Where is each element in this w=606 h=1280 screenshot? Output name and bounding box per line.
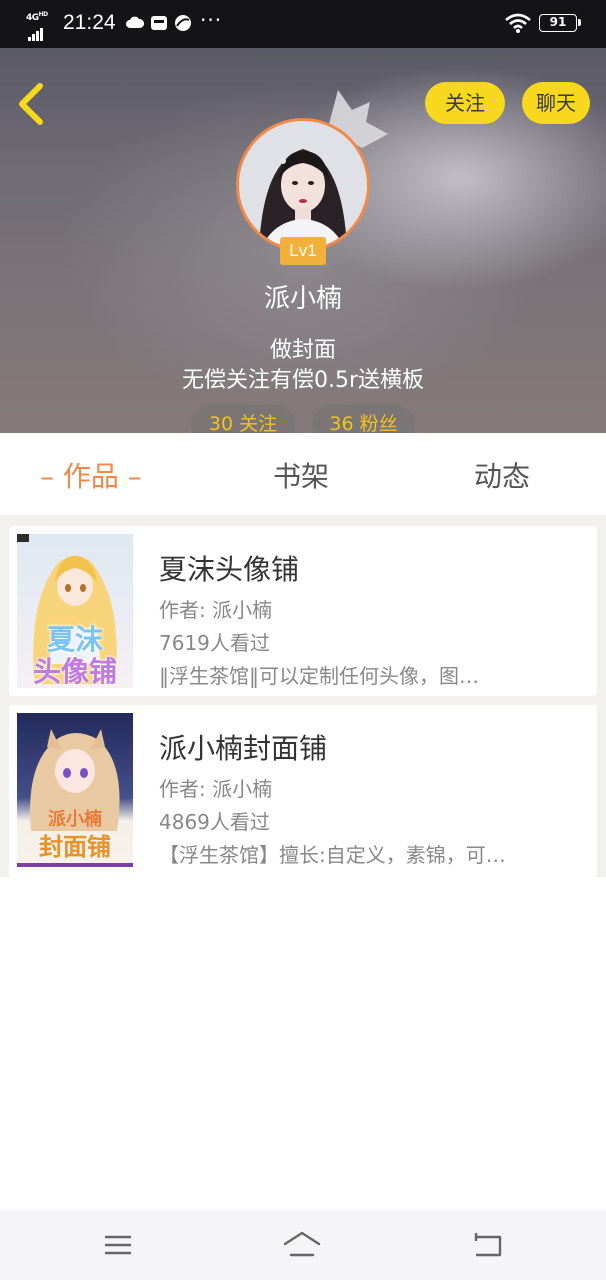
profile-tabs: – 作品 – 书架 动态 [0,433,606,515]
works-list: 夏沫 头像铺 夏沫头像铺 作者: 派小楠 7619人看过 ‖浮生茶馆‖可以定制任… [0,515,606,877]
return-icon[interactable] [468,1228,508,1262]
work-author: 作者: 派小楠 [159,598,273,622]
work-title: 派小楠封面铺 [159,732,328,765]
follow-button[interactable]: 关注 [425,82,505,124]
cover-title-line-2: 封面铺 [39,833,111,861]
battery-icon: 91 [539,14,581,32]
book-cover: 夏沫 头像铺 [17,534,133,688]
bio-line-2: 无偿关注有偿0.5r送横板 [181,368,425,393]
network-signal-icon: 4GHD [26,11,56,41]
work-description: ‖浮生茶馆‖可以定制任何头像，图… [159,664,479,688]
list-item[interactable]: 派小楠 封面铺 派小楠封面铺 作者: 派小楠 4869人看过 【浮生茶馆】擅长:… [9,705,597,877]
list-item[interactable]: 夏沫 头像铺 夏沫头像铺 作者: 派小楠 7619人看过 ‖浮生茶馆‖可以定制任… [9,526,597,696]
home-icon[interactable] [282,1228,322,1262]
work-view-count: 4869人看过 [159,810,270,834]
wifi-icon [505,13,531,33]
more-notifications-icon: ··· [200,8,223,32]
following-count-button[interactable]: 30 关注 [191,405,295,433]
system-nav-bar [0,1210,606,1280]
book-cover: 派小楠 封面铺 [17,713,133,867]
avatar-image [239,121,367,249]
fans-count-button[interactable]: 36 粉丝 [312,405,415,433]
tab-bookshelf[interactable]: 书架 [273,455,329,495]
work-title: 夏沫头像铺 [159,553,300,586]
bio-line-1: 做封面 [269,338,336,363]
work-description: 【浮生茶馆】擅长:自定义，素锦，可… [159,843,506,867]
app-notification-icon [151,16,167,30]
tab-works[interactable]: – 作品 – [40,455,142,495]
avatar[interactable] [236,118,370,252]
menu-icon[interactable] [98,1228,138,1262]
cloud-icon [126,16,144,28]
level-badge: Lv1 [280,237,326,265]
username: 派小楠 [263,284,342,314]
work-view-count: 7619人看过 [159,631,270,655]
work-author: 作者: 派小楠 [159,777,273,801]
back-button[interactable] [14,82,50,126]
status-bar: 4GHD 21:24 ··· 91 [0,0,606,48]
status-time: 21:24 [63,11,116,34]
chat-button[interactable]: 聊天 [522,82,590,124]
browser-notification-icon [175,15,191,31]
tab-activity[interactable]: 动态 [474,455,530,495]
profile-header: 关注 聊天 Lv1 派小楠 做封面 无偿关注有偿0.5r送横板 30 关注 36… [0,48,606,433]
cover-title-line-2: 头像铺 [32,655,117,688]
